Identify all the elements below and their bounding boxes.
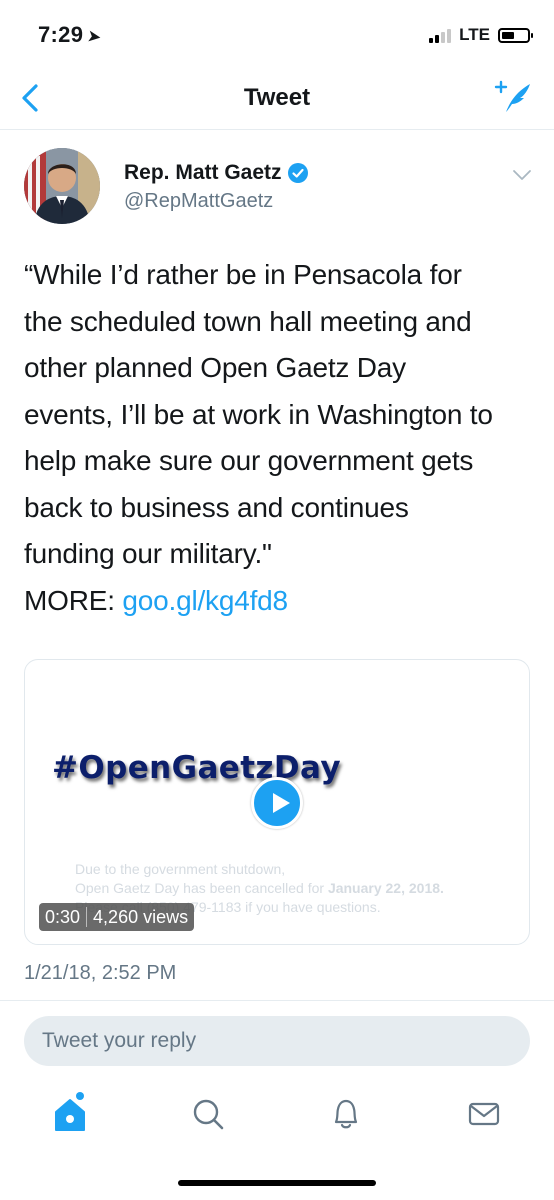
notice-date: January 22, 2018.: [327, 880, 444, 896]
tweet-timestamp: 1/21/18, 2:52 PM: [24, 962, 177, 984]
notice-line: Open Gaetz Day has been cancelled for Ja…: [75, 879, 444, 898]
tweet-text-line: funding our military.": [24, 538, 272, 569]
video-duration: 0:30: [45, 907, 81, 927]
tweet-text-line: help make sure our government gets: [24, 445, 474, 476]
reply-input[interactable]: [24, 1016, 530, 1066]
notification-dot: [76, 1092, 84, 1100]
search-icon: [193, 1099, 224, 1130]
author-handle[interactable]: @RepMattGaetz: [124, 190, 273, 213]
video-meta-badge: 0:30 4,260 views: [39, 903, 195, 931]
reply-bar: [0, 1000, 554, 1066]
tweet-more-line: MORE: goo.gl/kg4fd8: [24, 578, 534, 625]
play-button[interactable]: [251, 777, 303, 829]
tab-home[interactable]: [50, 1092, 90, 1134]
bottom-tab-bar: [0, 1080, 554, 1160]
video-hashtag-title: #OpenGaetzDay: [52, 750, 341, 786]
tab-notifications[interactable]: [326, 1094, 366, 1134]
author-name-text: Rep. Matt Gaetz: [124, 161, 282, 184]
tweet-link[interactable]: goo.gl/kg4fd8: [122, 585, 288, 616]
clock-text: 7:29: [38, 22, 84, 47]
notice-line-text: Open Gaetz Day has been cancelled for: [75, 880, 328, 896]
profile-photo: [24, 148, 100, 224]
network-label: LTE: [459, 25, 490, 44]
location-arrow-icon: ➤: [86, 26, 104, 47]
tweet-text-line: other planned Open Gaetz Day: [24, 352, 406, 383]
verified-badge-icon: [287, 163, 308, 183]
home-indicator[interactable]: [178, 1180, 376, 1186]
tweet-options-button[interactable]: [512, 168, 532, 182]
tweet-text-line: the scheduled town hall meeting and: [24, 305, 472, 337]
bell-icon: [334, 1099, 358, 1129]
compose-tweet-button[interactable]: [494, 78, 532, 116]
author-name[interactable]: Rep. Matt Gaetz: [124, 161, 308, 185]
status-indicators: LTE: [429, 22, 533, 48]
video-card[interactable]: #OpenGaetzDay Due to the government shut…: [24, 659, 530, 945]
home-icon: [55, 1099, 85, 1131]
signal-strength-icon: [429, 27, 452, 43]
avatar[interactable]: [24, 148, 100, 224]
tweet-text: “While I’d rather be in Pensacola for th…: [24, 252, 534, 624]
tab-search[interactable]: [188, 1094, 228, 1134]
more-label: MORE:: [24, 584, 115, 616]
compose-feather-icon: [494, 80, 530, 112]
tweet-text-line: “While I’d rather be in Pensacola for: [24, 259, 462, 290]
nav-bar: Tweet: [0, 66, 554, 130]
tweet-text-line: back to business and continues: [24, 491, 409, 523]
mail-icon: [468, 1102, 500, 1126]
status-time: 7:29 ➤: [38, 22, 104, 48]
status-bar: 7:29 ➤ LTE: [0, 0, 554, 66]
battery-icon: [498, 27, 533, 43]
tab-messages[interactable]: [464, 1094, 504, 1134]
tweet-text-line: events, I’ll be at work in Washington to: [24, 398, 493, 430]
video-views: 4,260 views: [93, 907, 189, 927]
page-title: Tweet: [243, 84, 311, 111]
notice-line: Due to the government shutdown,: [75, 861, 286, 877]
chevron-down-icon: [513, 170, 531, 180]
